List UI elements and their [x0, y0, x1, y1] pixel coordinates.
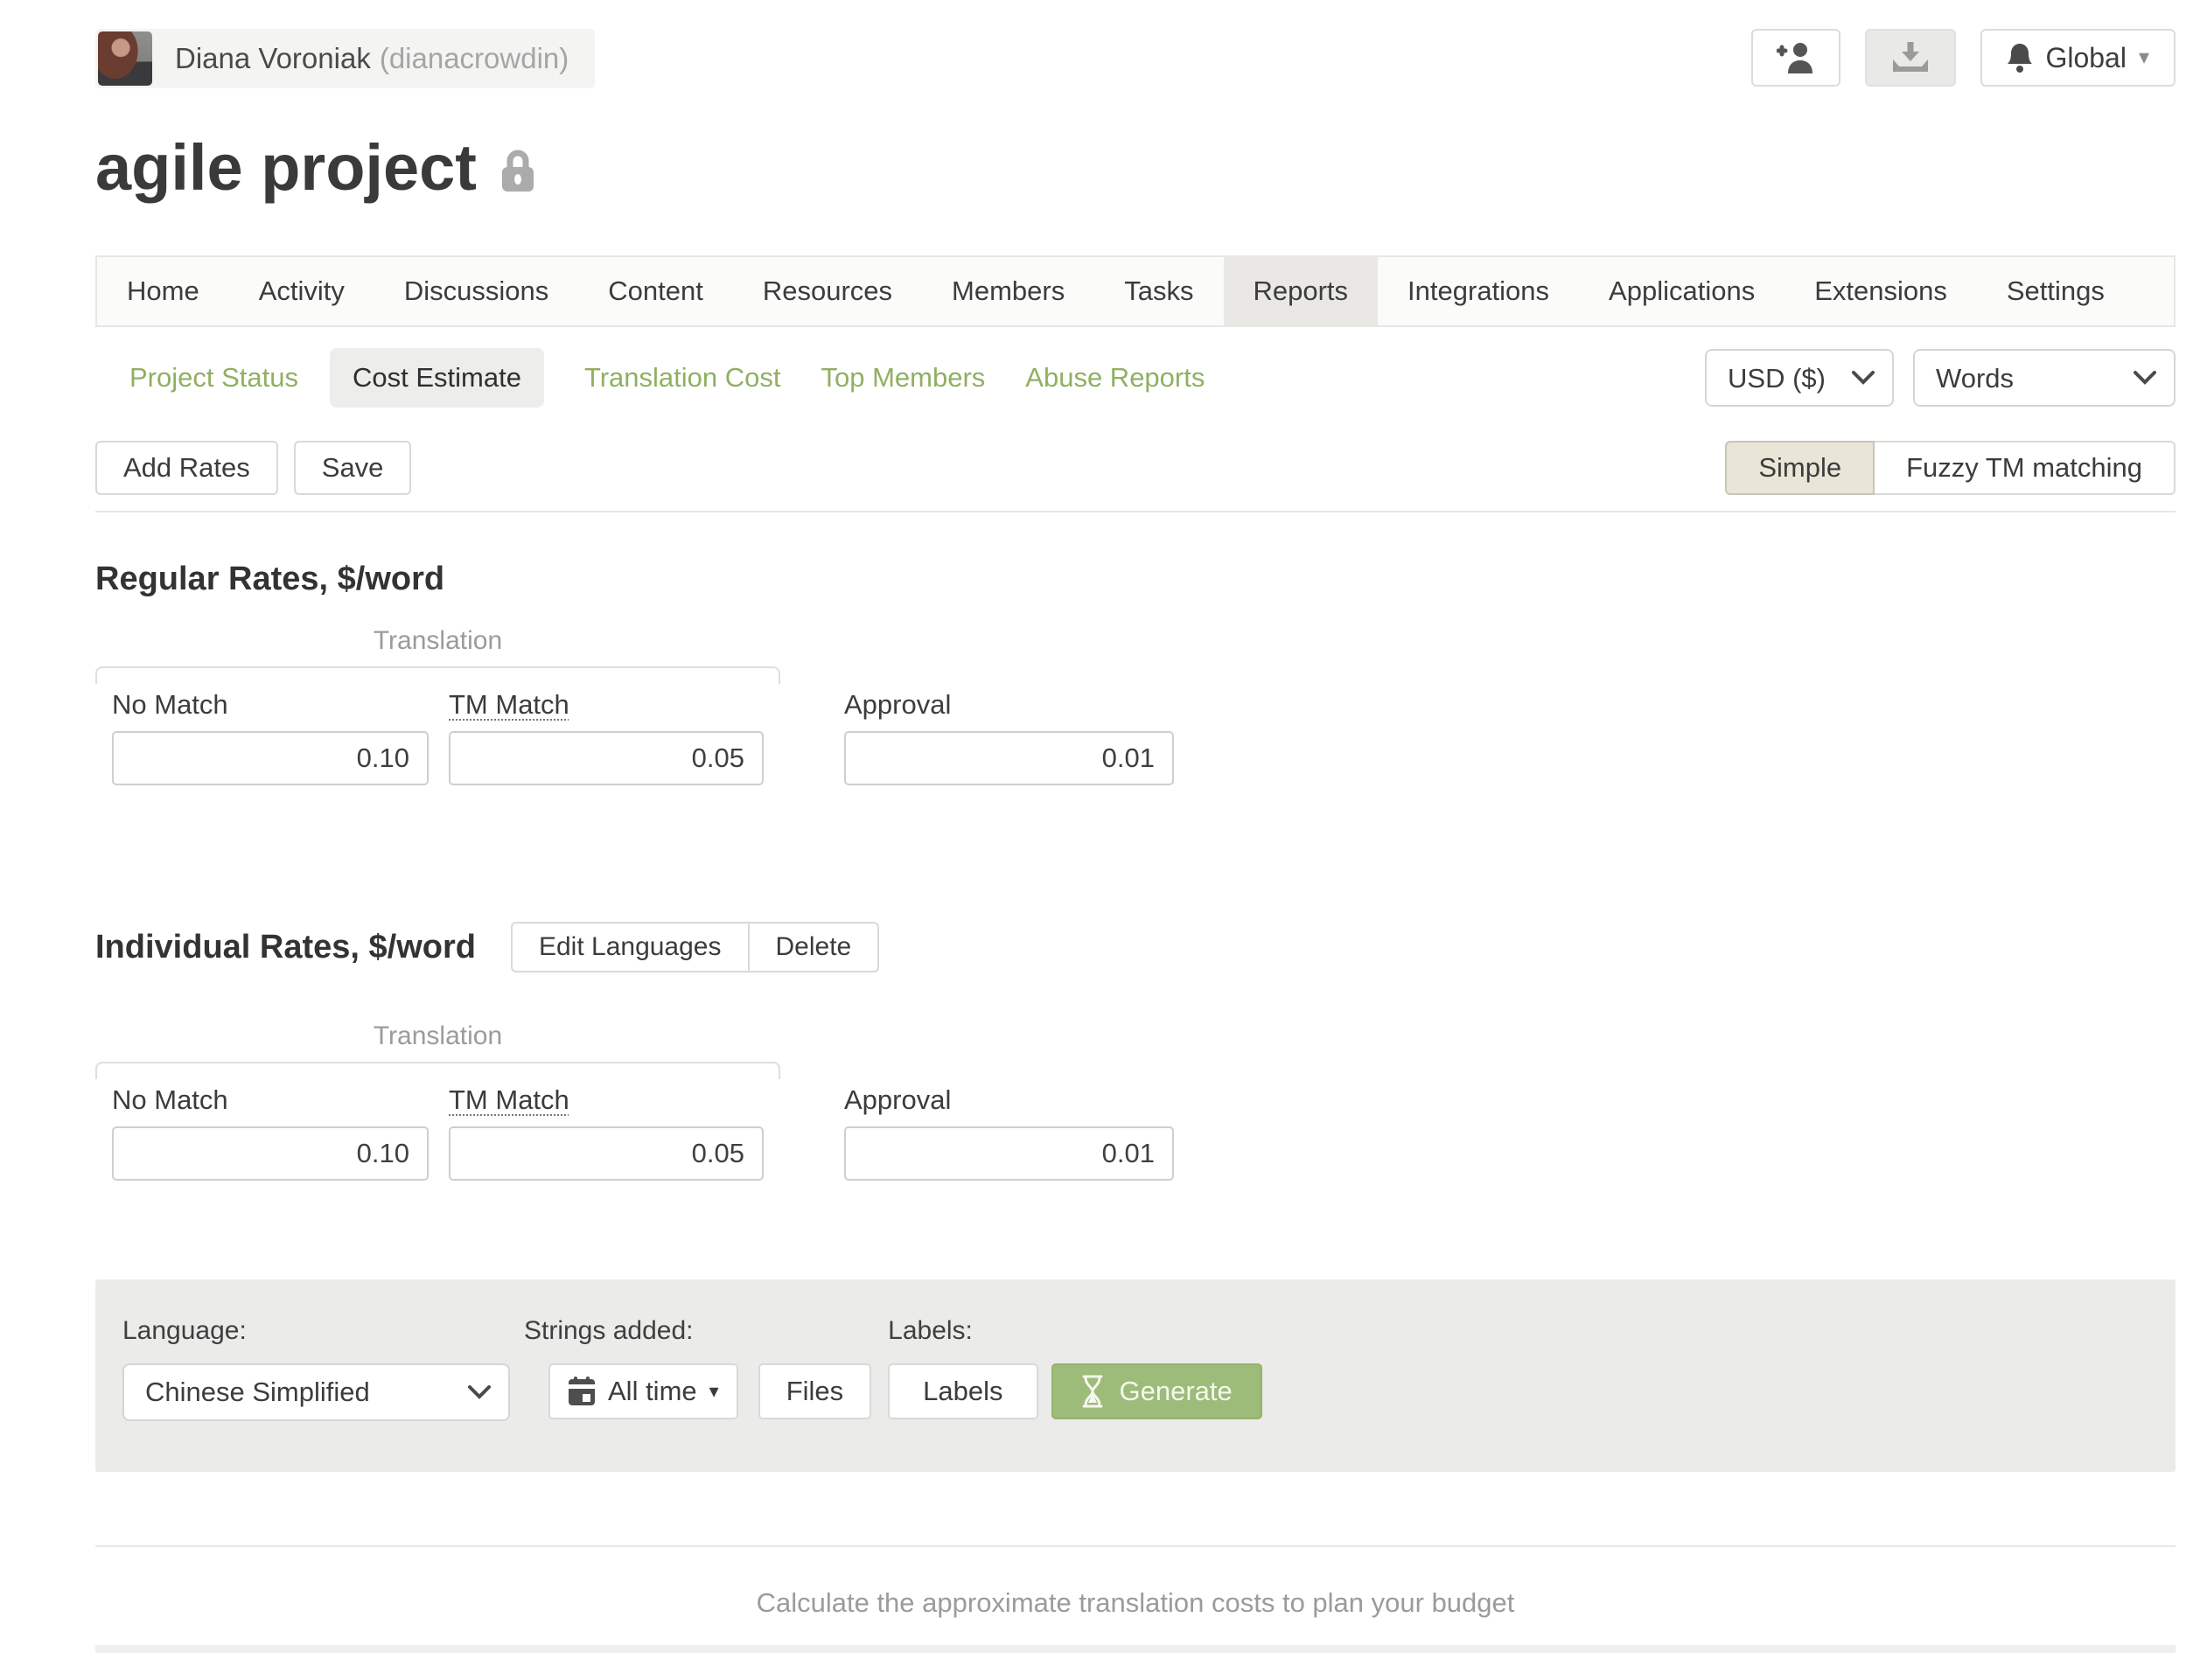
generate-column: Generate: [1038, 1316, 1262, 1419]
tm-match-rate-input[interactable]: [449, 1126, 764, 1181]
tm-match-label: TM Match: [449, 1084, 764, 1116]
language-select[interactable]: Chinese Simplified: [122, 1363, 510, 1421]
simple-mode-button[interactable]: Simple: [1725, 441, 1875, 495]
translation-group-box: [95, 666, 780, 684]
download-icon: [1891, 42, 1930, 73]
rate-inputs-row: [95, 731, 2176, 785]
approval-rate-input[interactable]: [844, 1126, 1174, 1181]
individual-rates-heading: Individual Rates, $/word: [95, 928, 476, 966]
individual-rates-section: Individual Rates, $/word Edit Languages …: [95, 922, 2176, 1181]
notifications-global-button[interactable]: Global ▾: [1980, 29, 2176, 87]
report-tab-abuse-reports[interactable]: Abuse Reports: [1025, 362, 1205, 394]
tab-settings[interactable]: Settings: [1977, 257, 2134, 325]
bell-icon: [2007, 43, 2033, 73]
report-tab-project-status[interactable]: Project Status: [129, 362, 298, 394]
tab-reports[interactable]: Reports: [1224, 257, 1379, 325]
report-subtab-row: Project Status Cost Estimate Translation…: [95, 348, 2176, 408]
tab-content[interactable]: Content: [578, 257, 733, 325]
page-title-row: agile project: [95, 130, 2176, 205]
global-label: Global: [2045, 42, 2127, 74]
translation-group-label: Translation: [95, 626, 780, 658]
tab-activity[interactable]: Activity: [229, 257, 374, 325]
save-button[interactable]: Save: [294, 441, 412, 495]
no-match-label: No Match: [112, 1084, 429, 1116]
language-label: Language:: [122, 1316, 510, 1349]
user-chip[interactable]: Diana Voroniak (dianacrowdin): [95, 29, 595, 88]
download-report-button[interactable]: [1865, 29, 1956, 87]
report-generator-panel: Language: Chinese Simplified Strings add…: [95, 1279, 2176, 1472]
hourglass-icon: [1081, 1375, 1104, 1408]
tab-integrations[interactable]: Integrations: [1378, 257, 1579, 325]
add-rates-button[interactable]: Add Rates: [95, 441, 278, 495]
language-column: Language: Chinese Simplified: [122, 1316, 510, 1421]
project-tabs: Home Activity Discussions Content Resour…: [95, 255, 2176, 327]
edit-languages-button[interactable]: Edit Languages: [511, 922, 750, 972]
no-match-rate-input[interactable]: [112, 731, 429, 785]
report-subtabs: Project Status Cost Estimate Translation…: [129, 348, 1245, 408]
calendar-icon: [568, 1377, 596, 1406]
regular-rates-section: Regular Rates, $/word Translation No Mat…: [95, 560, 2176, 785]
date-range-button[interactable]: All time ▾: [548, 1363, 738, 1419]
tab-discussions[interactable]: Discussions: [374, 257, 578, 325]
avatar: [98, 31, 152, 86]
rate-labels-row: No Match TM Match Approval: [95, 1084, 2176, 1116]
no-match-rate-input[interactable]: [112, 1126, 429, 1181]
strings-added-column: Strings added: All time ▾: [524, 1316, 738, 1419]
user-handle: (dianacrowdin): [380, 42, 569, 75]
approval-rate-input[interactable]: [844, 731, 1174, 785]
labels-column: Labels: Labels: [888, 1316, 1037, 1419]
labels-button[interactable]: Labels: [888, 1363, 1037, 1419]
fuzzy-tm-matching-button[interactable]: Fuzzy TM matching: [1873, 441, 2176, 495]
regular-rates-heading: Regular Rates, $/word: [95, 560, 2176, 598]
tab-applications[interactable]: Applications: [1579, 257, 1784, 325]
tab-home[interactable]: Home: [97, 257, 229, 325]
chevron-down-icon: ▾: [2139, 47, 2149, 68]
labels-label: Labels:: [888, 1316, 1037, 1349]
tab-members[interactable]: Members: [922, 257, 1094, 325]
approval-label: Approval: [844, 689, 1174, 721]
report-filters: USD ($) Words: [1705, 349, 2176, 407]
tab-tasks[interactable]: Tasks: [1094, 257, 1223, 325]
bottom-divider-bar: [95, 1645, 2176, 1653]
generate-label: Generate: [1120, 1376, 1233, 1407]
generate-button[interactable]: Generate: [1051, 1363, 1262, 1419]
files-button[interactable]: Files: [758, 1363, 871, 1419]
translation-group-label: Translation: [95, 1021, 780, 1053]
tab-extensions[interactable]: Extensions: [1784, 257, 1977, 325]
tab-resources[interactable]: Resources: [733, 257, 922, 325]
currency-select[interactable]: USD ($): [1705, 349, 1894, 407]
divider: [95, 511, 2176, 512]
page-title: agile project: [95, 130, 477, 205]
top-bar: Diana Voroniak (dianacrowdin) Global ▾: [95, 0, 2176, 88]
report-tab-top-members[interactable]: Top Members: [821, 362, 986, 394]
lock-icon: [499, 148, 536, 193]
translation-group-box: [95, 1062, 780, 1079]
files-column: Files: [738, 1316, 871, 1419]
rate-inputs-row: [95, 1126, 2176, 1181]
strings-added-label: Strings added:: [524, 1316, 738, 1349]
divider: [95, 1545, 2176, 1547]
rates-toolbar: Add Rates Save Simple Fuzzy TM matching: [95, 441, 2176, 495]
caret-down-icon: ▾: [709, 1382, 719, 1401]
rate-labels-row: No Match TM Match Approval: [95, 689, 2176, 721]
no-match-label: No Match: [112, 689, 429, 721]
tm-match-rate-input[interactable]: [449, 731, 764, 785]
report-tab-translation-cost[interactable]: Translation Cost: [584, 362, 781, 394]
unit-select[interactable]: Words: [1913, 349, 2176, 407]
date-range-value: All time: [608, 1376, 697, 1407]
top-actions: Global ▾: [1751, 29, 2176, 87]
report-tab-cost-estimate[interactable]: Cost Estimate: [330, 348, 544, 408]
mode-toggle: Simple Fuzzy TM matching: [1725, 441, 2176, 495]
invite-user-button[interactable]: [1751, 29, 1840, 87]
delete-button[interactable]: Delete: [748, 922, 880, 972]
user-name: Diana Voroniak: [175, 42, 371, 75]
tm-match-label: TM Match: [449, 689, 764, 721]
approval-label: Approval: [844, 1084, 1174, 1116]
page: Diana Voroniak (dianacrowdin) Global ▾: [95, 0, 2176, 1653]
footer-hint: Calculate the approximate translation co…: [95, 1587, 2176, 1619]
add-user-icon: [1777, 42, 1815, 73]
individual-rates-actions: Edit Languages Delete: [511, 922, 879, 972]
